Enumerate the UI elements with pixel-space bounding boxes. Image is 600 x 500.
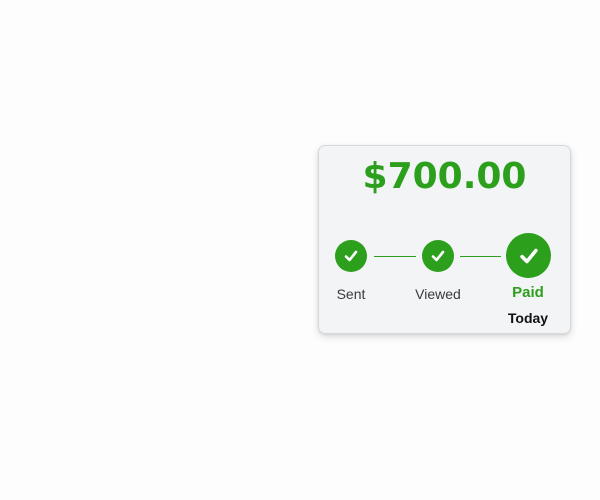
- page: $700.00 Sent Viewed Paid Today: [0, 0, 600, 500]
- paid-date: Today: [507, 310, 549, 326]
- step-label-paid: Paid: [512, 284, 544, 301]
- step-paid-indicator: [506, 233, 551, 278]
- payment-status-card: $700.00 Sent Viewed Paid Today: [318, 145, 571, 334]
- progress-connector-viewed-paid: [460, 256, 501, 257]
- step-viewed-indicator: [422, 240, 454, 272]
- checkmark-icon: [343, 248, 359, 264]
- checkmark-icon: [430, 248, 446, 264]
- progress-connector-sent-viewed: [374, 256, 416, 257]
- invoice-amount: $700.00: [362, 156, 527, 197]
- step-label-sent: Sent: [336, 286, 366, 302]
- checkmark-icon: [518, 245, 540, 267]
- step-sent-indicator: [335, 240, 367, 272]
- step-label-viewed: Viewed: [415, 286, 461, 302]
